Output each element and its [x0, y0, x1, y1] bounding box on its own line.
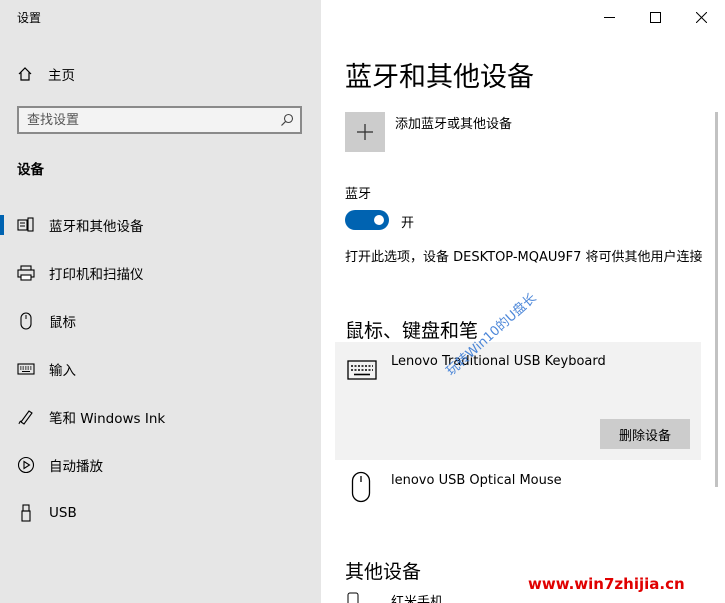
sidebar-item-usb[interactable]: USB	[0, 495, 321, 531]
bluetooth-toggle[interactable]	[345, 210, 389, 230]
sidebar-item-label: 输入	[49, 363, 76, 379]
close-button[interactable]	[678, 6, 724, 28]
plus-icon	[357, 124, 373, 140]
home-icon	[18, 67, 32, 81]
home-link[interactable]: 主页	[17, 64, 75, 84]
sidebar-item-label: 打印机和扫描仪	[49, 267, 144, 283]
section-mouse-keyboard-pen: 鼠标、键盘和笔	[345, 320, 479, 342]
device-name: Lenovo Traditional USB Keyboard	[391, 354, 606, 369]
bluetooth-label: 蓝牙	[345, 187, 372, 202]
remove-device-button[interactable]: 删除设备	[600, 419, 690, 449]
search-box[interactable]	[17, 106, 302, 134]
main-panel: 蓝牙和其他设备 添加蓝牙或其他设备 蓝牙 开 打开此选项，设备 DESKTOP-…	[321, 0, 725, 603]
sidebar-item-bluetooth[interactable]: 蓝牙和其他设备	[0, 207, 321, 243]
add-device-label[interactable]: 添加蓝牙或其他设备	[395, 113, 512, 132]
search-icon[interactable]	[280, 113, 294, 127]
page-title: 蓝牙和其他设备	[345, 62, 534, 93]
minimize-icon	[603, 16, 615, 18]
discoverable-info: 打开此选项，设备 DESKTOP-MQAU9F7 将可供其他用户连接	[345, 250, 703, 265]
maximize-button[interactable]	[632, 6, 678, 28]
sidebar-item-typing[interactable]: 输入	[0, 351, 321, 387]
pen-icon	[17, 408, 35, 426]
keyboard-icon	[17, 360, 35, 378]
usb-icon	[17, 504, 35, 522]
printer-icon	[17, 264, 35, 282]
mouse-icon	[17, 312, 35, 330]
keyboard-icon	[347, 360, 377, 380]
section-title: 设备	[17, 162, 44, 178]
autoplay-icon	[17, 456, 35, 474]
sidebar-item-label: 蓝牙和其他设备	[49, 219, 144, 235]
sidebar-item-label: 自动播放	[49, 459, 103, 475]
mouse-icon	[351, 471, 371, 503]
minimize-button[interactable]	[586, 6, 632, 28]
window-title: 设置	[17, 11, 42, 25]
sidebar: 设置 主页 设备 蓝牙和其他设备 打印机和扫描仪 鼠标	[0, 0, 321, 603]
home-label: 主页	[48, 68, 75, 84]
device-name: 红米手机	[391, 595, 444, 603]
bluetooth-devices-icon	[17, 216, 35, 234]
section-other-devices: 其他设备	[345, 561, 422, 583]
device-row-mouse[interactable]: lenovo USB Optical Mouse	[335, 466, 701, 506]
maximize-icon	[649, 11, 661, 23]
phone-icon	[347, 592, 359, 603]
bluetooth-state: 开	[401, 216, 415, 231]
sidebar-item-autoplay[interactable]: 自动播放	[0, 447, 321, 483]
device-name: lenovo USB Optical Mouse	[391, 473, 562, 488]
sidebar-item-mouse[interactable]: 鼠标	[0, 303, 321, 339]
sidebar-item-printers[interactable]: 打印机和扫描仪	[0, 255, 321, 291]
watermark-url: www.win7zhijia.cn	[528, 575, 685, 593]
add-device-button[interactable]	[345, 112, 385, 152]
search-input[interactable]	[27, 111, 267, 129]
scrollbar[interactable]	[715, 112, 718, 487]
sidebar-item-label: USB	[49, 505, 77, 521]
close-icon	[695, 11, 707, 23]
sidebar-item-label: 鼠标	[49, 315, 76, 331]
sidebar-item-pen[interactable]: 笔和 Windows Ink	[0, 399, 321, 435]
sidebar-item-label: 笔和 Windows Ink	[49, 411, 166, 427]
